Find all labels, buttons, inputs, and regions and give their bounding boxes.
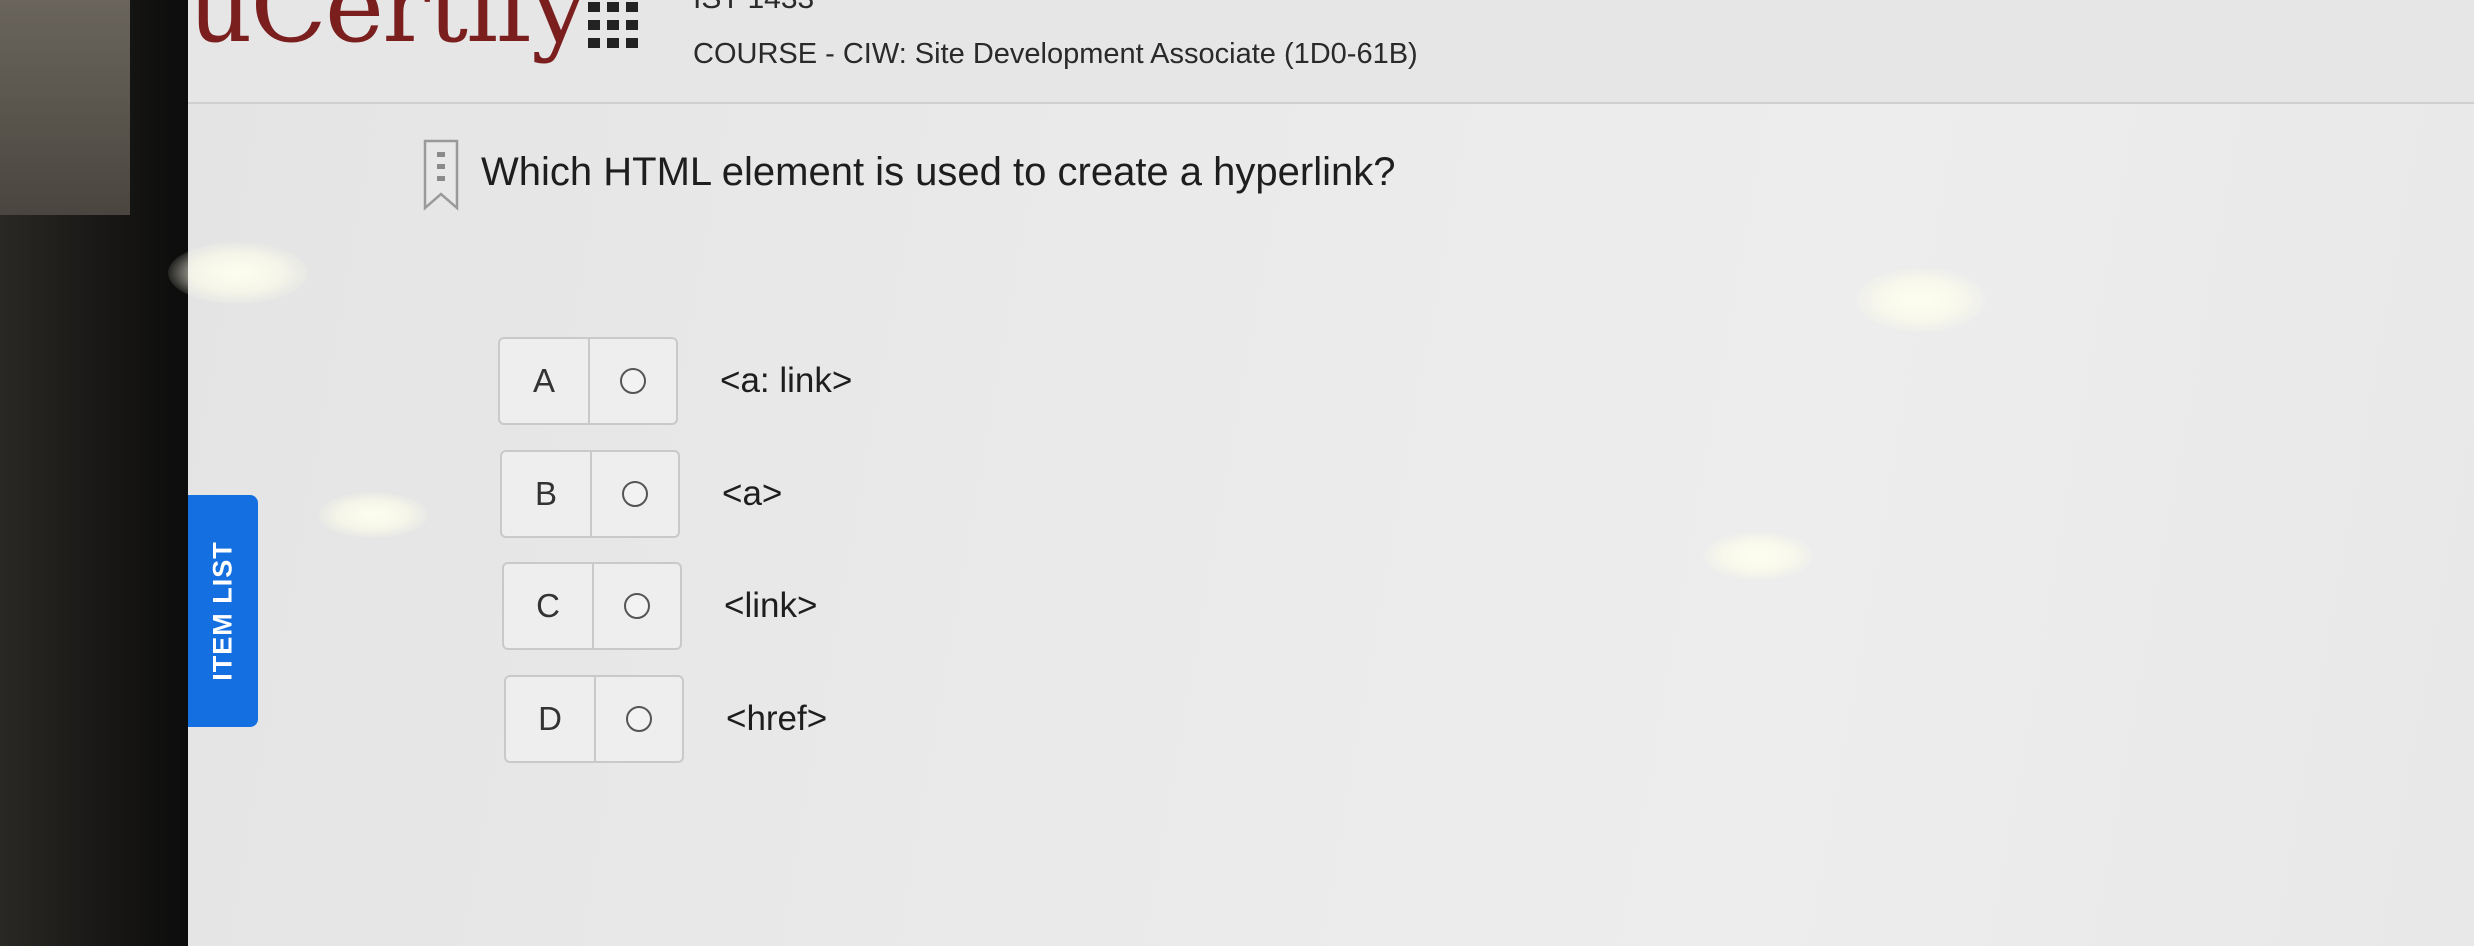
item-list-tab[interactable]: ITEM LIST [188, 495, 258, 727]
background-wall [0, 0, 130, 215]
radio-button-icon[interactable] [620, 368, 646, 394]
bookmark-icon[interactable] [422, 138, 460, 212]
option-letter: C [504, 564, 594, 648]
course-title: COURSE - CIW: Site Development Associate… [693, 38, 1418, 70]
screen-glare [1703, 532, 1813, 580]
brand-logo[interactable]: uCertify [188, 0, 588, 65]
screen: uCertify IST 1433 COURSE - CIW: Site Dev… [168, 0, 2474, 946]
header-bar: uCertify IST 1433 COURSE - CIW: Site Dev… [188, 0, 2474, 104]
option-text[interactable]: <a> [722, 474, 782, 514]
course-code: IST 1433 [693, 0, 814, 16]
option-text[interactable]: <href> [726, 699, 827, 739]
option-b[interactable]: B <a> [500, 449, 782, 539]
question-text: Which HTML element is used to create a h… [481, 150, 1396, 194]
radio-button-icon[interactable] [626, 706, 652, 732]
item-list-label: ITEM LIST [207, 541, 238, 681]
screen-glare [318, 492, 428, 538]
option-a[interactable]: A <a: link> [498, 336, 852, 426]
option-c[interactable]: C <link> [502, 561, 817, 651]
screen-glare [168, 242, 308, 304]
option-b-selector[interactable]: B [500, 450, 680, 538]
screen-glare [1856, 268, 1986, 332]
option-letter: D [506, 677, 596, 761]
option-c-selector[interactable]: C [502, 562, 682, 650]
option-letter: B [502, 452, 592, 536]
option-letter: A [500, 339, 590, 423]
radio-button-icon[interactable] [624, 593, 650, 619]
option-text[interactable]: <link> [724, 586, 817, 626]
apps-grid-icon[interactable] [588, 0, 640, 50]
option-d-selector[interactable]: D [504, 675, 684, 763]
option-text[interactable]: <a: link> [720, 361, 852, 401]
radio-button-icon[interactable] [622, 481, 648, 507]
option-d[interactable]: D <href> [504, 674, 827, 764]
option-a-selector[interactable]: A [498, 337, 678, 425]
